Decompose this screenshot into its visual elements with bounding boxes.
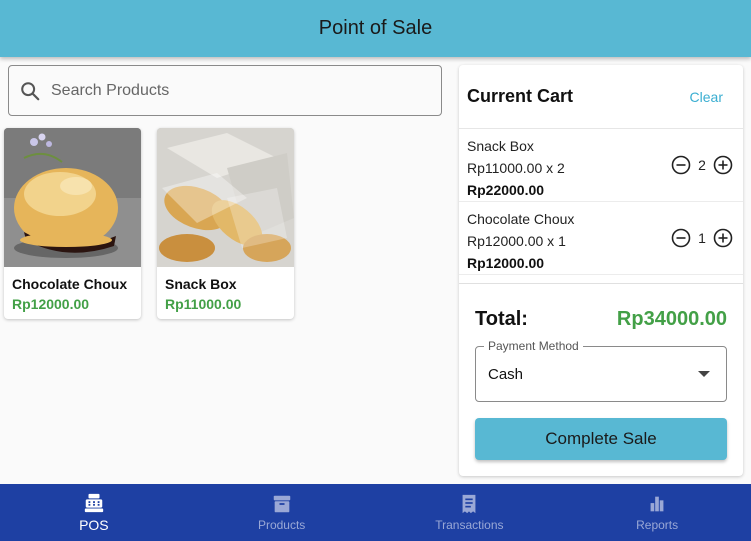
page-title: Point of Sale (318, 17, 433, 39)
product-price: Rp11000.00 (165, 296, 242, 312)
product-card-snack-box[interactable]: Snack Box Rp11000.00 (157, 128, 294, 319)
app-bar: Point of Sale (0, 0, 751, 57)
total-row: Total: Rp34000.00 (475, 308, 727, 331)
cart-item-subtotal: Rp12000.00 (467, 255, 545, 271)
cart-divider (459, 283, 743, 284)
payment-method-label: Payment Method (484, 339, 583, 353)
nav-item-products[interactable]: Products (188, 484, 376, 541)
nav-label-pos: POS (79, 517, 109, 533)
payment-method-select[interactable]: Payment Method Cash (475, 339, 727, 402)
nav-item-reports[interactable]: Reports (563, 484, 751, 541)
cart-item: Snack Box Rp11000.00 x 2 Rp22000.00 2 (459, 129, 743, 202)
chocolate-choux-image (4, 128, 141, 267)
quantity-value: 1 (698, 230, 706, 246)
cart-item: Chocolate Choux Rp12000.00 x 1 Rp12000.0… (459, 202, 743, 275)
nav-item-pos[interactable]: POS (0, 484, 188, 541)
quantity-value: 2 (698, 157, 706, 173)
nav-label-transactions: Transactions (435, 518, 504, 532)
increase-quantity-icon[interactable] (713, 155, 733, 175)
cart-title: Current Cart (467, 86, 574, 106)
dropdown-arrow-icon (698, 371, 710, 377)
decrease-quantity-icon[interactable] (671, 155, 691, 175)
bar-chart-icon (650, 496, 664, 512)
nav-label-products: Products (257, 518, 306, 532)
product-name: Snack Box (165, 276, 237, 292)
product-price: Rp12000.00 (12, 296, 90, 312)
quantity-stepper: 1 (671, 228, 733, 248)
receipt-icon (462, 494, 476, 514)
complete-sale-button[interactable]: Complete Sale (475, 418, 727, 460)
product-name: Chocolate Choux (12, 276, 128, 292)
search-icon (21, 81, 40, 100)
cart-panel: Current Cart Clear Snack Box Rp11000.00 … (459, 65, 743, 476)
clear-cart-button[interactable]: Clear (690, 89, 723, 105)
bottom-navigation: POS Products Transactions Reports (0, 484, 751, 541)
cart-item-name: Chocolate Choux (467, 211, 575, 227)
nav-label-reports: Reports (636, 518, 679, 532)
archive-box-icon (273, 495, 290, 513)
cart-item-name: Snack Box (467, 138, 534, 154)
snack-box-image (157, 128, 294, 267)
cart-item-subtotal: Rp22000.00 (467, 182, 545, 198)
nav-item-transactions[interactable]: Transactions (376, 484, 564, 541)
product-card-chocolate-choux[interactable]: Chocolate Choux Rp12000.00 (4, 128, 141, 319)
cash-register-icon (84, 493, 104, 513)
quantity-stepper: 2 (671, 155, 733, 175)
product-grid: Chocolate Choux Rp12000.00 Snack Box Rp1… (4, 128, 294, 319)
payment-method-value: Cash (488, 366, 524, 383)
total-value: Rp34000.00 (616, 308, 727, 330)
search-input[interactable] (51, 81, 431, 100)
search-field[interactable] (8, 65, 442, 116)
increase-quantity-icon[interactable] (713, 228, 733, 248)
total-label: Total: (475, 308, 528, 330)
decrease-quantity-icon[interactable] (671, 228, 691, 248)
cart-header: Current Cart Clear (459, 65, 743, 129)
